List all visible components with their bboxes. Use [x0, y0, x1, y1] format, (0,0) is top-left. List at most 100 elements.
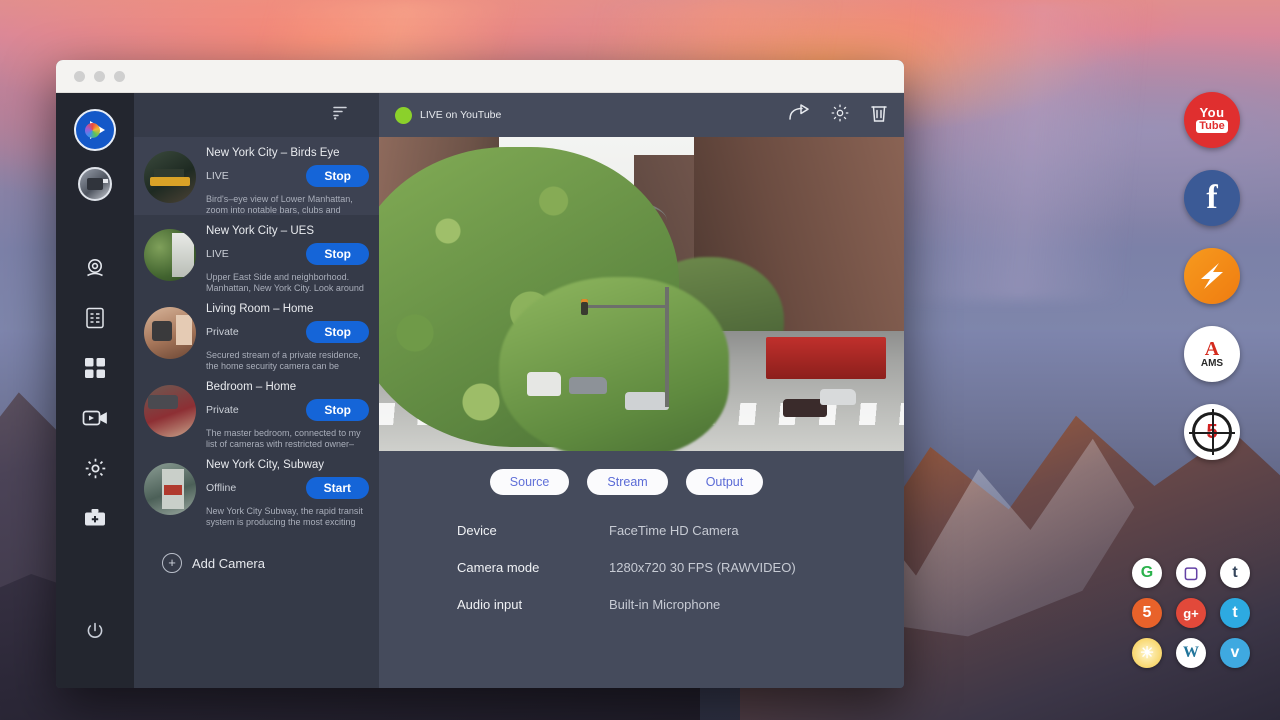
- camera-description: Upper East Side and neighborhood. Manhat…: [206, 272, 369, 294]
- sidebar-item-logs[interactable]: [64, 293, 126, 343]
- camera-description: Secured stream of a private residence, t…: [206, 350, 369, 372]
- info-key-audio-input: Audio input: [457, 597, 609, 612]
- camera-thumbnail: [144, 229, 196, 281]
- preview-car-3: [527, 372, 561, 396]
- live-status-dot: [395, 107, 412, 124]
- tumblr-icon[interactable]: t: [1220, 558, 1250, 588]
- camera-action-button[interactable]: Stop: [306, 165, 369, 187]
- camera-title: New York City, Subway: [206, 459, 369, 471]
- channel5-desktop-icon[interactable]: 5: [1184, 404, 1240, 460]
- app-logo[interactable]: [74, 109, 116, 151]
- camera-title: New York City – UES: [206, 225, 369, 237]
- add-camera-label: Add Camera: [192, 556, 265, 571]
- google-plus-icon[interactable]: g+: [1176, 598, 1206, 628]
- youtube-icon-text-top: You: [1199, 107, 1224, 119]
- camera-list-item[interactable]: Bedroom – Home Private Stop The master b…: [134, 371, 379, 449]
- camera-title: Bedroom – Home: [206, 381, 369, 393]
- livestream-icon[interactable]: 5: [1132, 598, 1162, 628]
- power-button[interactable]: [64, 606, 126, 656]
- window-close-button[interactable]: [74, 71, 85, 82]
- wordpress-icon[interactable]: W: [1176, 638, 1206, 668]
- camera-status: Private: [206, 404, 306, 416]
- twitter-icon[interactable]: t: [1220, 598, 1250, 628]
- preview-car-5: [820, 389, 856, 405]
- twitter-glyph: t: [1232, 604, 1237, 622]
- camera-description: The master bedroom, connected to my list…: [206, 428, 369, 450]
- wordpress-glyph: W: [1183, 644, 1199, 662]
- sidebar-item-dashboard[interactable]: [64, 343, 126, 393]
- sidebar-item-support[interactable]: [64, 493, 126, 543]
- camera-action-button[interactable]: Stop: [306, 321, 369, 343]
- sidebar-item-settings[interactable]: [64, 443, 126, 493]
- power-icon: [85, 621, 105, 641]
- camera-meta: Bedroom – Home Private Stop The master b…: [206, 379, 369, 449]
- sun-icon[interactable]: ☀: [1132, 638, 1162, 668]
- desktop-icon-column: You Tube f A AMS 5: [1184, 92, 1244, 482]
- share-icon[interactable]: [788, 104, 810, 127]
- camera-list-item[interactable]: New York City, Subway Offline Start New …: [134, 449, 379, 527]
- sidebar-item-recordings[interactable]: [64, 393, 126, 443]
- add-camera-button[interactable]: + Add Camera: [134, 527, 379, 573]
- window-minimize-button[interactable]: [94, 71, 105, 82]
- groups-glyph: G: [1141, 564, 1153, 582]
- info-row: Device FaceTime HD Camera: [457, 523, 904, 538]
- gplus-glyph: g+: [1183, 606, 1199, 621]
- window-zoom-button[interactable]: [114, 71, 125, 82]
- twitch-icon[interactable]: ▢: [1176, 558, 1206, 588]
- camera-list-toolbar: [134, 93, 379, 137]
- camera-action-button[interactable]: Stop: [306, 399, 369, 421]
- camera-thumbnail: [144, 463, 196, 515]
- plus-icon: +: [162, 553, 182, 573]
- color-wheel-icon: [85, 123, 100, 138]
- sort-icon[interactable]: [332, 104, 349, 126]
- vimeo-icon[interactable]: v: [1220, 638, 1250, 668]
- camera-meta: New York City – UES LIVE Stop Upper East…: [206, 223, 369, 293]
- detail-tabs: Source Stream Output: [379, 451, 874, 501]
- camera-action-button[interactable]: Stop: [306, 243, 369, 265]
- info-row: Audio input Built-in Microphone: [457, 597, 904, 612]
- facebook-glyph: f: [1206, 179, 1217, 217]
- trash-icon[interactable]: [870, 103, 888, 128]
- sidebar-rail: [56, 93, 134, 688]
- window-body: New York City – Birds Eye LIVE Stop Bird…: [56, 93, 904, 688]
- tab-source[interactable]: Source: [490, 469, 570, 495]
- camera-thumbnail: [144, 151, 196, 203]
- source-info-table: Device FaceTime HD Camera Camera mode 12…: [379, 501, 904, 634]
- ams-label: AMS: [1201, 358, 1223, 369]
- user-avatar[interactable]: [78, 167, 112, 201]
- camera-status: Private: [206, 326, 306, 338]
- vimeo-glyph: v: [1231, 644, 1240, 662]
- detail-actions: [788, 103, 888, 128]
- wowza-desktop-icon[interactable]: [1184, 248, 1240, 304]
- tab-stream[interactable]: Stream: [587, 469, 667, 495]
- camera-status: LIVE: [206, 248, 306, 260]
- adobe-ams-desktop-icon[interactable]: A AMS: [1184, 326, 1240, 382]
- tumblr-glyph: t: [1232, 564, 1237, 582]
- window-titlebar[interactable]: [56, 60, 904, 93]
- camera-action-button[interactable]: Start: [306, 477, 369, 499]
- gear-icon: [84, 457, 107, 480]
- live-status-label: LIVE on YouTube: [420, 109, 501, 121]
- camera-description: New York City Subway, the rapid transit …: [206, 506, 369, 528]
- camera-title: New York City – Birds Eye: [206, 147, 369, 159]
- facebook-desktop-icon[interactable]: f: [1184, 170, 1240, 226]
- video-preview[interactable]: [379, 137, 904, 451]
- info-key-camera-mode: Camera mode: [457, 560, 609, 575]
- camera-list-item[interactable]: New York City – Birds Eye LIVE Stop Bird…: [134, 137, 379, 215]
- twitch-glyph: ▢: [1183, 563, 1198, 583]
- info-value-audio-input: Built-in Microphone: [609, 597, 720, 612]
- camera-meta: New York City – Birds Eye LIVE Stop Bird…: [206, 145, 369, 215]
- camera-list-item[interactable]: Living Room – Home Private Stop Secured …: [134, 293, 379, 371]
- camera-title: Living Room – Home: [206, 303, 369, 315]
- camera-list-panel: New York City – Birds Eye LIVE Stop Bird…: [134, 93, 379, 688]
- preview-traffic-light: [581, 299, 588, 315]
- gear-icon[interactable]: [830, 103, 850, 128]
- preview-car-2: [569, 377, 607, 394]
- camera-meta: Living Room – Home Private Stop Secured …: [206, 301, 369, 371]
- camera-list-item[interactable]: New York City – UES LIVE Stop Upper East…: [134, 215, 379, 293]
- groups-icon[interactable]: G: [1132, 558, 1162, 588]
- sidebar-item-cameras[interactable]: [64, 243, 126, 293]
- tab-output[interactable]: Output: [686, 469, 764, 495]
- youtube-desktop-icon[interactable]: You Tube: [1184, 92, 1240, 148]
- info-row: Camera mode 1280x720 30 FPS (RAWVIDEO): [457, 560, 904, 575]
